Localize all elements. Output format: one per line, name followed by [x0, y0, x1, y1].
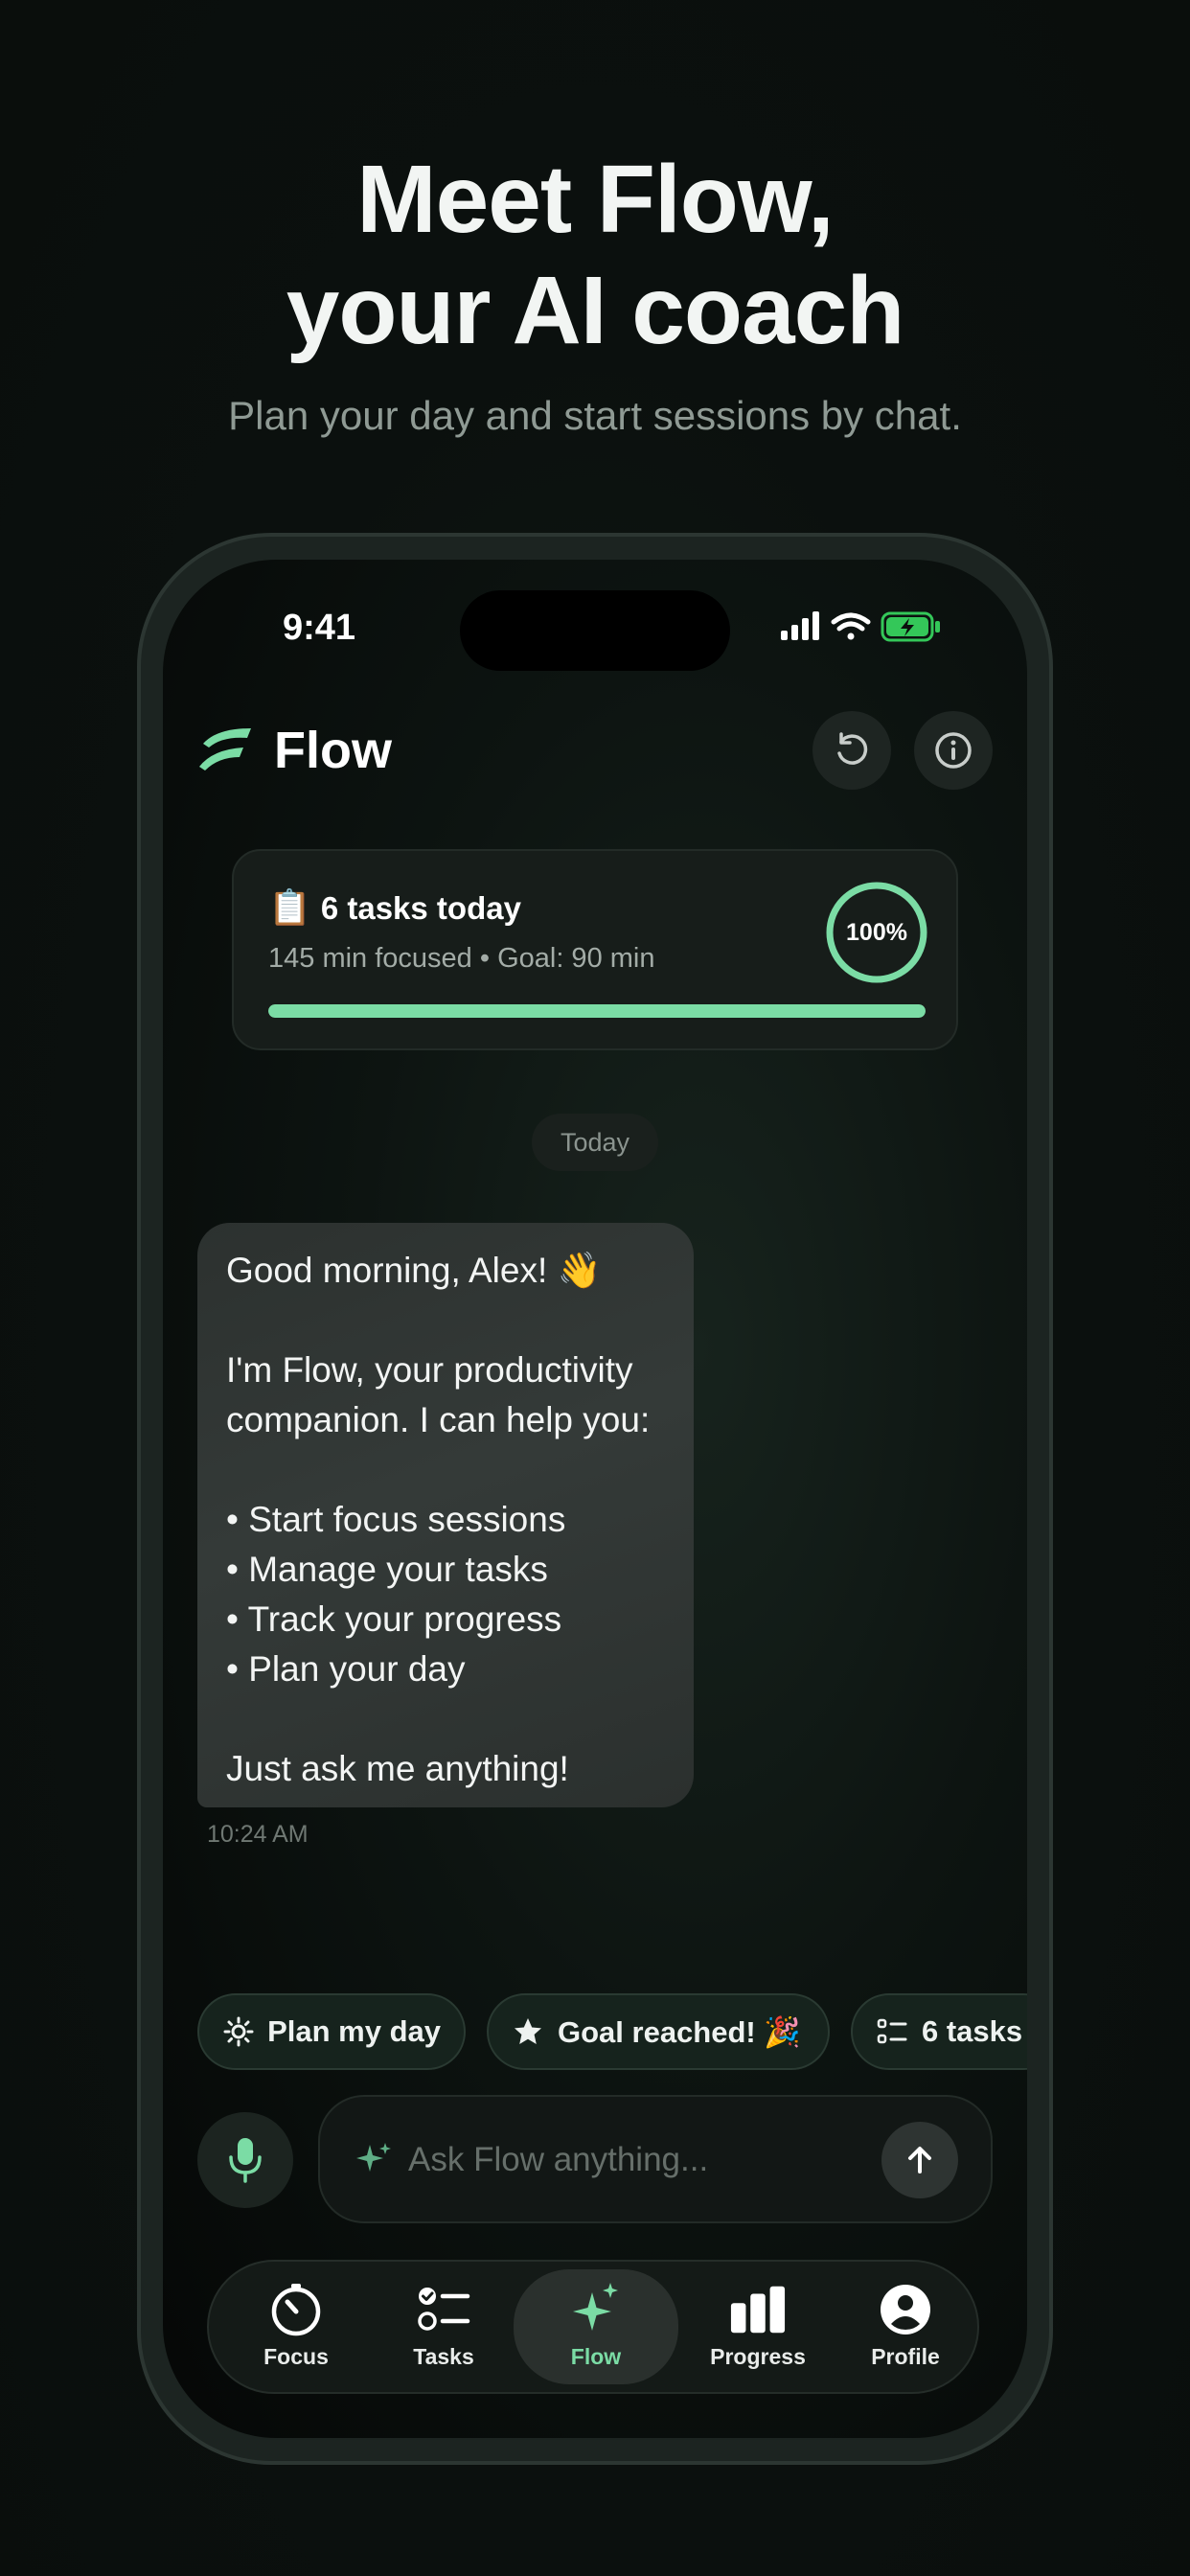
list-icon [876, 2015, 908, 2048]
mic-icon [229, 2138, 262, 2183]
voice-input-button[interactable] [197, 2112, 293, 2208]
message-timestamp: 10:24 AM [207, 1821, 309, 1848]
hero-title-line-2: your AI coach [286, 257, 905, 364]
tab-bar: Focus Tasks Flow Progress Profile [207, 2260, 979, 2394]
message-line: Just ask me anything! [226, 1749, 569, 1788]
tab-profile[interactable]: Profile [832, 2269, 979, 2384]
progress-bar-fill [268, 1004, 926, 1018]
daily-summary-card[interactable]: 📋 6 tasks today 145 min focused • Goal: 9… [232, 849, 958, 1050]
clipboard-icon: 📋 [268, 887, 311, 927]
person-icon [877, 2281, 934, 2338]
tab-label: Tasks [413, 2344, 474, 2369]
tab-label: Profile [871, 2344, 940, 2369]
arrow-up-icon [908, 2147, 931, 2174]
app-store-screenshot: Meet Flow, your AI coach Plan your day a… [0, 0, 1190, 2576]
tab-flow[interactable]: Flow [514, 2269, 678, 2384]
sun-icon [222, 2015, 254, 2048]
tab-label: Flow [570, 2344, 622, 2369]
star-icon [512, 2015, 544, 2048]
info-icon [935, 732, 972, 769]
progress-bar [268, 1004, 926, 1018]
info-button[interactable] [914, 711, 993, 790]
tab-progress[interactable]: Progress [684, 2269, 832, 2384]
battery-icon [881, 611, 940, 642]
suggestion-chips: Plan my day Goal reached! 🎉 6 tasks [197, 1993, 1027, 2070]
assistant-message-bubble: Good morning, Alex! 👋 I'm Flow, your pro… [197, 1223, 694, 1807]
message-line: companion. I can help you: [226, 1400, 651, 1439]
wifi-icon [831, 612, 871, 640]
summary-meta: 145 min focused • Goal: 90 min [268, 943, 655, 974]
hero-title: Meet Flow, your AI coach [0, 144, 1190, 366]
flow-logo-icon [199, 728, 251, 770]
sparkle-icon [356, 2143, 391, 2172]
sparkle-icon [567, 2281, 625, 2338]
message-line: I'm Flow, your productivity [226, 1350, 633, 1390]
hero-subtitle: Plan your day and start sessions by chat… [228, 393, 962, 438]
chat-input-container [318, 2095, 993, 2223]
progress-percent: 100% [846, 918, 907, 946]
message-bullet: • Manage your tasks [226, 1550, 548, 1589]
bar-chart-icon [729, 2281, 787, 2338]
suggestion-chip-label: Plan my day [267, 2014, 441, 2048]
suggestion-chip-goal-reached[interactable]: Goal reached! 🎉 [487, 1993, 830, 2070]
suggestion-chip-tasks[interactable]: 6 tasks [851, 1993, 1027, 2070]
status-time: 9:41 [283, 608, 356, 648]
message-bullet: • Plan your day [226, 1649, 466, 1689]
summary-title-text: 6 tasks today [320, 890, 521, 926]
chat-input[interactable] [408, 2126, 868, 2195]
checklist-icon [415, 2281, 472, 2338]
app-title: Flow [274, 722, 392, 779]
reset-icon [837, 732, 868, 765]
reset-chat-button[interactable] [812, 711, 891, 790]
tab-focus[interactable]: Focus [222, 2269, 370, 2384]
status-icons [781, 611, 940, 642]
tab-label: Focus [263, 2344, 329, 2369]
send-button[interactable] [881, 2122, 958, 2198]
message-line: Good morning, Alex! 👋 [226, 1251, 602, 1290]
tab-tasks[interactable]: Tasks [370, 2269, 517, 2384]
suggestion-chip-label: 6 tasks [922, 2014, 1023, 2048]
hero-title-line-1: Meet Flow, [356, 146, 834, 253]
suggestion-chip-plan-my-day[interactable]: Plan my day [197, 1993, 466, 2070]
message-bullet: • Track your progress [226, 1599, 562, 1639]
summary-title: 📋 6 tasks today [268, 887, 521, 928]
timer-icon [267, 2281, 325, 2338]
message-bullet: • Start focus sessions [226, 1500, 566, 1539]
suggestion-chip-label: Goal reached! 🎉 [558, 2014, 801, 2049]
signal-icon [781, 611, 819, 640]
phone-screen: 9:41 Flow 📋 6 tasks today 145 min focuse… [163, 560, 1027, 2438]
dynamic-island [460, 590, 730, 671]
day-separator: Today [532, 1114, 658, 1171]
tab-label: Progress [710, 2344, 806, 2369]
